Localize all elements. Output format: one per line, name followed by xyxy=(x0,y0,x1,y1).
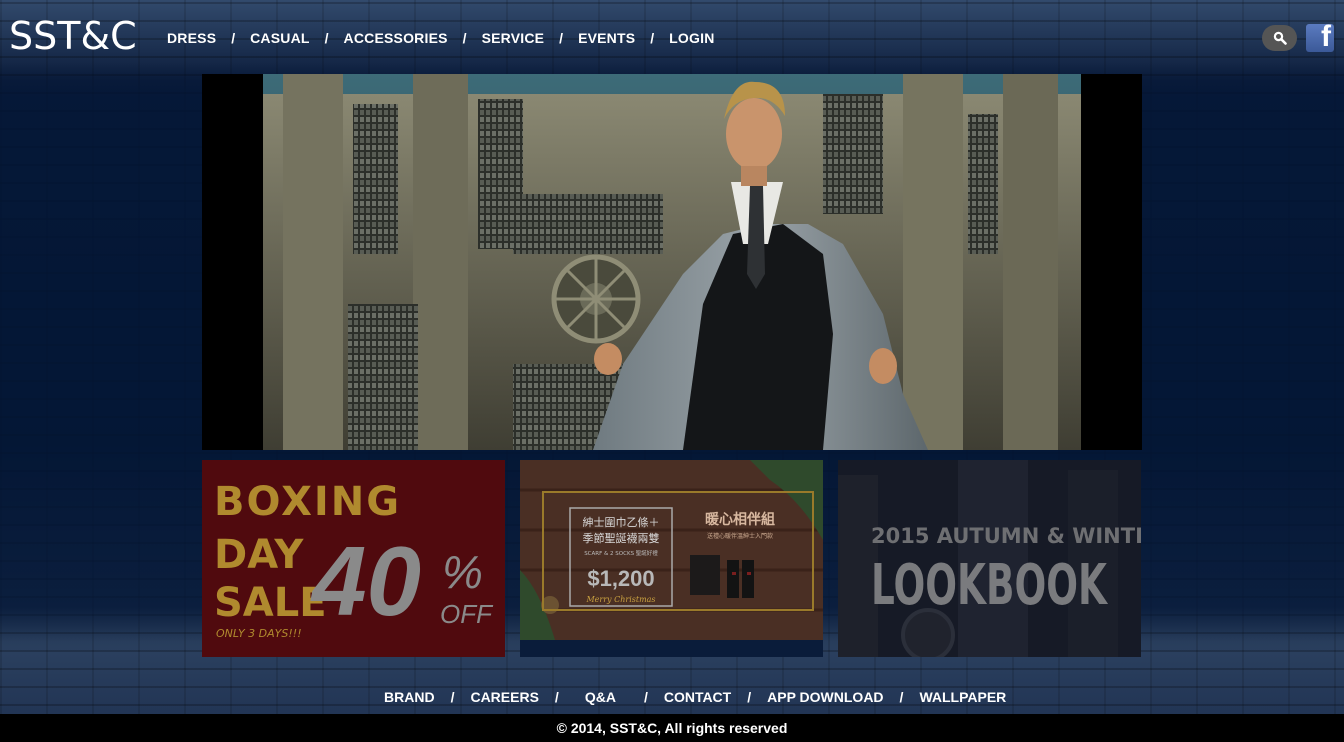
footer-separator: / xyxy=(899,689,904,705)
footer-separator: / xyxy=(747,689,752,705)
footer-link-careers[interactable]: CAREERS xyxy=(470,689,538,705)
footer-link-qa[interactable]: Q&A xyxy=(585,689,616,705)
nav-accessories[interactable]: ACCESSORIES xyxy=(344,30,448,46)
footer-nav: BRAND / CAREERS / Q&A / CONTACT / APP DO… xyxy=(384,689,1006,705)
footer-separator: / xyxy=(643,689,648,705)
footer-link-wallpaper[interactable]: WALLPAPER xyxy=(919,689,1006,705)
site-logo[interactable]: SST&C xyxy=(9,12,137,60)
boxing-line3: SALE xyxy=(214,580,327,626)
footer-link-brand[interactable]: BRAND xyxy=(384,689,435,705)
christmas-left-sub: SCARF & 2 SOCKS 聖誕好禮 xyxy=(584,549,658,557)
nav-separator: / xyxy=(231,30,236,46)
boxing-percent-sign: % xyxy=(442,546,483,598)
lookbook-line1: 2015 AUTUMN & WINTER xyxy=(871,524,1141,548)
main-nav: DRESS / CASUAL / ACCESSORIES / SERVICE /… xyxy=(167,30,715,46)
nav-login[interactable]: LOGIN xyxy=(669,30,714,46)
hero-image xyxy=(263,74,1081,450)
nav-separator: / xyxy=(650,30,655,46)
lookbook-graphic: 2015 AUTUMN & WINTER LOOKBOOK xyxy=(838,460,1141,657)
nav-separator: / xyxy=(462,30,467,46)
hero-slideshow[interactable] xyxy=(202,74,1142,450)
christmas-right-title: 暖心相伴組 xyxy=(705,511,775,528)
nav-service[interactable]: SERVICE xyxy=(482,30,545,46)
boxing-off: OFF xyxy=(440,599,494,629)
facebook-icon: f xyxy=(1321,24,1331,52)
footer-link-contact[interactable]: CONTACT xyxy=(664,689,731,705)
christmas-price: $1,200 xyxy=(587,566,654,591)
boxing-line2: DAY xyxy=(214,532,304,578)
christmas-right-sub: 送禮心暖伴溫紳士入門款 xyxy=(707,532,773,540)
nav-separator: / xyxy=(324,30,329,46)
footer-link-app-download[interactable]: APP DOWNLOAD xyxy=(767,689,883,705)
search-button[interactable] xyxy=(1262,25,1297,51)
boxing-line1: BOXING xyxy=(214,479,401,525)
christmas-left-title1: 紳士圍巾乙條＋ xyxy=(583,515,660,529)
boxing-percent: 40 xyxy=(310,526,421,636)
search-icon xyxy=(1273,31,1287,45)
christmas-script: Merry Christmas xyxy=(585,595,655,604)
footer-separator: / xyxy=(450,689,455,705)
christmas-graphic: 紳士圍巾乙條＋ 季節聖誕襪兩雙 SCARF & 2 SOCKS 聖誕好禮 $1,… xyxy=(520,460,823,657)
footer-separator: / xyxy=(554,689,559,705)
nav-dress[interactable]: DRESS xyxy=(167,30,216,46)
boxing-note: ONLY 3 DAYS!!! xyxy=(216,627,302,640)
banner-christmas-set[interactable]: 紳士圍巾乙條＋ 季節聖誕襪兩雙 SCARF & 2 SOCKS 聖誕好禮 $1,… xyxy=(520,460,823,657)
copyright-bar: © 2014, SST&C, All rights reserved xyxy=(0,714,1344,742)
lookbook-line2: LOOKBOOK xyxy=(871,553,1109,618)
facebook-button[interactable]: f xyxy=(1306,24,1334,52)
banner-boxing-day-sale[interactable]: BOXING DAY SALE 40 % OFF ONLY 3 DAYS!!! xyxy=(202,460,505,657)
christmas-left-title2: 季節聖誕襪兩雙 xyxy=(583,531,660,545)
banner-lookbook[interactable]: 2015 AUTUMN & WINTER LOOKBOOK xyxy=(838,460,1141,657)
boxing-day-graphic: BOXING DAY SALE 40 % OFF ONLY 3 DAYS!!! xyxy=(202,460,505,657)
nav-events[interactable]: EVENTS xyxy=(578,30,635,46)
copyright-text: © 2014, SST&C, All rights reserved xyxy=(556,720,788,736)
nav-separator: / xyxy=(559,30,564,46)
nav-casual[interactable]: CASUAL xyxy=(250,30,310,46)
